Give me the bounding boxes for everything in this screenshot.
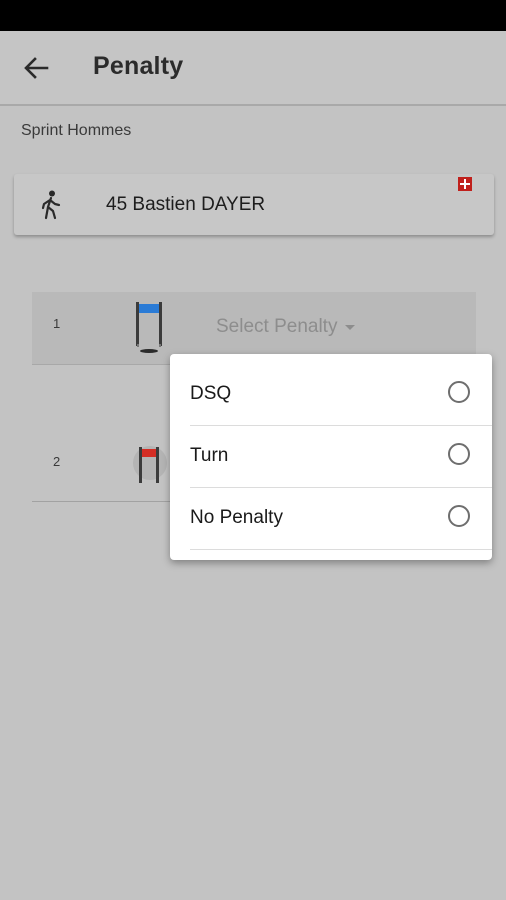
- option-turn[interactable]: Turn: [190, 425, 492, 488]
- option-label: DSQ: [190, 383, 232, 404]
- option-label: No Penalty: [190, 507, 283, 528]
- swiss-flag-icon: [458, 177, 472, 191]
- option-dsq[interactable]: DSQ: [190, 363, 492, 426]
- radio-button[interactable]: [448, 443, 470, 465]
- walking-icon: [41, 190, 61, 220]
- app-bar: Penalty: [0, 31, 506, 106]
- arrow-back-icon: [24, 57, 49, 79]
- status-bar: [0, 0, 506, 31]
- radio-button[interactable]: [448, 381, 470, 403]
- option-no-penalty[interactable]: No Penalty: [190, 487, 492, 550]
- option-label: Turn: [190, 445, 229, 466]
- blue-gate-icon: [136, 302, 162, 353]
- athlete-card[interactable]: 45 Bastien DAYER: [14, 174, 494, 235]
- radio-button[interactable]: [448, 505, 470, 527]
- category-label: Sprint Hommes: [21, 122, 132, 139]
- caret-down-icon: [345, 324, 356, 330]
- select-penalty-label: Select Penalty: [216, 316, 338, 337]
- gate-number: 1: [53, 316, 61, 331]
- select-penalty-dropdown[interactable]: Select Penalty: [216, 316, 356, 338]
- back-button[interactable]: [14, 51, 58, 85]
- penalty-options-menu: DSQ Turn No Penalty: [170, 354, 492, 560]
- gate-number: 2: [53, 454, 61, 469]
- athlete-name: 45 Bastien DAYER: [106, 194, 266, 215]
- page-title: Penalty: [93, 52, 184, 80]
